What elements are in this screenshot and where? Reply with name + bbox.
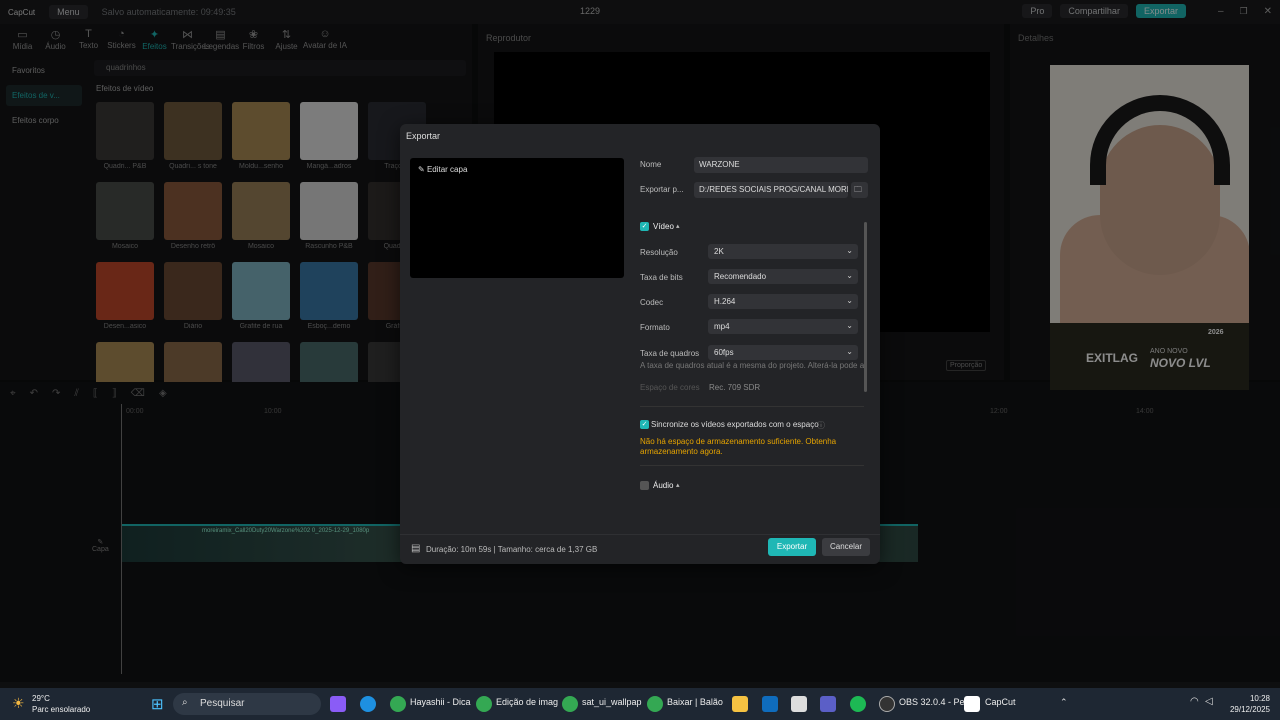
cover-preview[interactable]: ✎ Editar capa: [410, 158, 624, 278]
audio-label[interactable]: Áudio: [653, 481, 673, 490]
taskbar-app-baixar[interactable]: Baixar | Balão: [667, 697, 723, 707]
clock[interactable]: 10:28 29/12/2025: [1230, 693, 1270, 715]
pencil-icon: ✎: [418, 165, 425, 174]
edit-cover-button[interactable]: ✎ Editar capa: [418, 165, 467, 174]
windows-start-icon[interactable]: ⊞: [151, 695, 164, 713]
wifi-icon[interactable]: ◠: [1190, 696, 1199, 707]
taskbar-app-wallpaper[interactable]: sat_ui_wallpap: [582, 697, 642, 707]
copilot-icon[interactable]: [330, 696, 346, 712]
divider: [640, 406, 864, 407]
edge-icon[interactable]: [360, 696, 376, 712]
taskbar-app-edicao[interactable]: Edição de imag: [496, 697, 558, 707]
codec-select[interactable]: H.264 ⌄: [708, 294, 858, 309]
teams-icon[interactable]: [820, 696, 836, 712]
name-label: Nome: [640, 160, 662, 169]
fps-label: Taxa de quadros: [640, 349, 700, 358]
storage-warning[interactable]: Não há espaço de armazenamento suficient…: [640, 437, 840, 457]
fps-select[interactable]: 60fps ⌄: [708, 345, 858, 360]
chrome-icon[interactable]: [562, 696, 578, 712]
bitrate-select[interactable]: Recomendado ⌄: [708, 269, 858, 284]
export-dialog: Exportar ✎ Editar capa Nome WARZONE Expo…: [400, 124, 880, 564]
divider: [640, 465, 864, 466]
volume-icon[interactable]: ◁: [1205, 696, 1213, 707]
sync-checkbox[interactable]: ✓: [640, 420, 649, 429]
colorspace-value: Rec. 709 SDR: [709, 383, 761, 392]
colorspace-label: Espaço de cores: [640, 383, 700, 392]
chrome-icon[interactable]: [647, 696, 663, 712]
info-icon[interactable]: ⓘ: [817, 420, 825, 431]
chevron-down-icon: ⌄: [846, 271, 853, 280]
path-field[interactable]: D:/REDES SOCIAIS PROG/CANAL MOREI...: [694, 182, 848, 198]
weather-icon: ☀: [12, 695, 25, 711]
chrome-icon[interactable]: [476, 696, 492, 712]
video-checkbox[interactable]: ✓: [640, 222, 649, 231]
video-label[interactable]: Vídeo: [653, 222, 674, 231]
folder-icon[interactable]: [732, 696, 748, 712]
format-select[interactable]: mp4 ⌄: [708, 319, 858, 334]
taskbar-search[interactable]: ⌕ Pesquisar: [173, 693, 321, 715]
name-field[interactable]: WARZONE: [694, 157, 868, 173]
film-icon: ▤: [411, 543, 421, 554]
taskbar-app-capcut[interactable]: CapCut: [985, 697, 1016, 707]
dialog-scrollbar[interactable]: [864, 222, 867, 392]
taskbar-app-hayashii[interactable]: Hayashii - Dica: [410, 697, 471, 707]
collapse-icon[interactable]: ▴: [676, 481, 680, 489]
tray-chevron-icon[interactable]: ⌃: [1060, 697, 1068, 708]
chevron-down-icon: ⌄: [846, 246, 853, 255]
resolution-select[interactable]: 2K ⌄: [708, 244, 858, 259]
fps-note: A taxa de quadros atual é a mesma do pro…: [640, 361, 867, 370]
capcut-icon[interactable]: [964, 696, 980, 712]
codec-label: Codec: [640, 298, 664, 307]
taskbar-app-obs[interactable]: OBS 32.0.4 - Pe: [899, 697, 965, 707]
sync-label[interactable]: Sincronize os vídeos exportados com o es…: [651, 420, 819, 429]
export-info: Duração: 10m 59s | Tamanho: cerca de 1,3…: [426, 545, 598, 554]
collapse-icon[interactable]: ▴: [676, 222, 680, 230]
export-button[interactable]: Exportar: [768, 538, 816, 556]
taskbar: ☀ 29°C Parc ensolarado ⊞ ⌕ Pesquisar Hayas…: [0, 688, 1280, 720]
chevron-down-icon: ⌄: [846, 296, 853, 305]
audio-checkbox[interactable]: [640, 481, 649, 490]
store-icon[interactable]: [791, 696, 807, 712]
weather-widget[interactable]: 29°C Parc ensolarado: [32, 693, 90, 715]
path-label: Exportar p...: [640, 185, 684, 194]
obs-icon[interactable]: [879, 696, 895, 712]
chevron-down-icon: ⌄: [846, 321, 853, 330]
resolution-label: Resolução: [640, 248, 678, 257]
search-icon: ⌕: [182, 697, 188, 708]
chrome-icon[interactable]: [390, 696, 406, 712]
folder-icon[interactable]: 🗀: [851, 182, 868, 198]
spotify-icon[interactable]: [850, 696, 866, 712]
cancel-button[interactable]: Cancelar: [822, 538, 870, 556]
bitrate-label: Taxa de bits: [640, 273, 683, 282]
outlook-icon[interactable]: [762, 696, 778, 712]
chevron-down-icon: ⌄: [846, 347, 853, 356]
dialog-title: Exportar: [406, 131, 441, 141]
format-label: Formato: [640, 323, 670, 332]
